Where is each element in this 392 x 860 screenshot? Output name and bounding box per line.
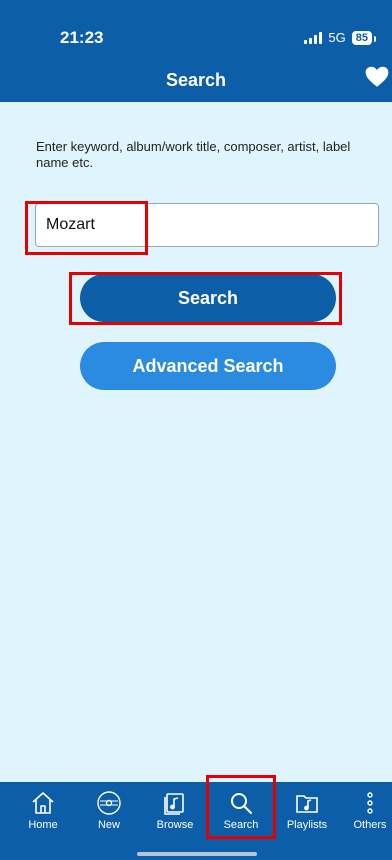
- tab-label: Browse: [156, 819, 194, 831]
- tab-search[interactable]: Search: [211, 782, 271, 842]
- heart-icon[interactable]: [364, 64, 390, 90]
- search-icon: [231, 793, 252, 814]
- tab-label: Others: [353, 819, 387, 831]
- tab-label: Search: [223, 819, 259, 831]
- home-icon: [32, 792, 54, 814]
- tab-browse[interactable]: Browse: [145, 782, 205, 842]
- search-button[interactable]: Search: [80, 274, 336, 322]
- page-title: Search: [165, 70, 227, 90]
- new-icon: [97, 791, 121, 815]
- search-input[interactable]: [35, 203, 379, 247]
- network-type: 5G: [328, 30, 346, 45]
- more-icon: [367, 792, 373, 814]
- tab-home[interactable]: Home: [13, 782, 73, 842]
- status-indicators: 5G 85: [304, 30, 377, 45]
- header-bar: 21:23 5G 85 Search: [0, 0, 392, 102]
- browse-icon: [164, 793, 184, 815]
- home-indicator: [137, 852, 257, 856]
- tab-label: Home: [28, 819, 58, 831]
- status-time: 21:23: [60, 28, 104, 47]
- tab-new[interactable]: New: [79, 782, 139, 842]
- tab-playlists[interactable]: Playlists: [277, 782, 337, 842]
- bottom-tab-bar: Home New Browse Search Playlists Others: [0, 782, 392, 860]
- signal-icon: [304, 31, 323, 44]
- battery-icon: 85: [351, 30, 377, 45]
- search-instruction: Enter keyword, album/work title, compose…: [36, 139, 351, 170]
- playlists-icon: [296, 795, 318, 813]
- advanced-search-button[interactable]: Advanced Search: [80, 342, 336, 390]
- tab-others[interactable]: Others: [340, 782, 392, 842]
- tab-label: New: [97, 819, 120, 831]
- tab-label: Playlists: [286, 819, 328, 831]
